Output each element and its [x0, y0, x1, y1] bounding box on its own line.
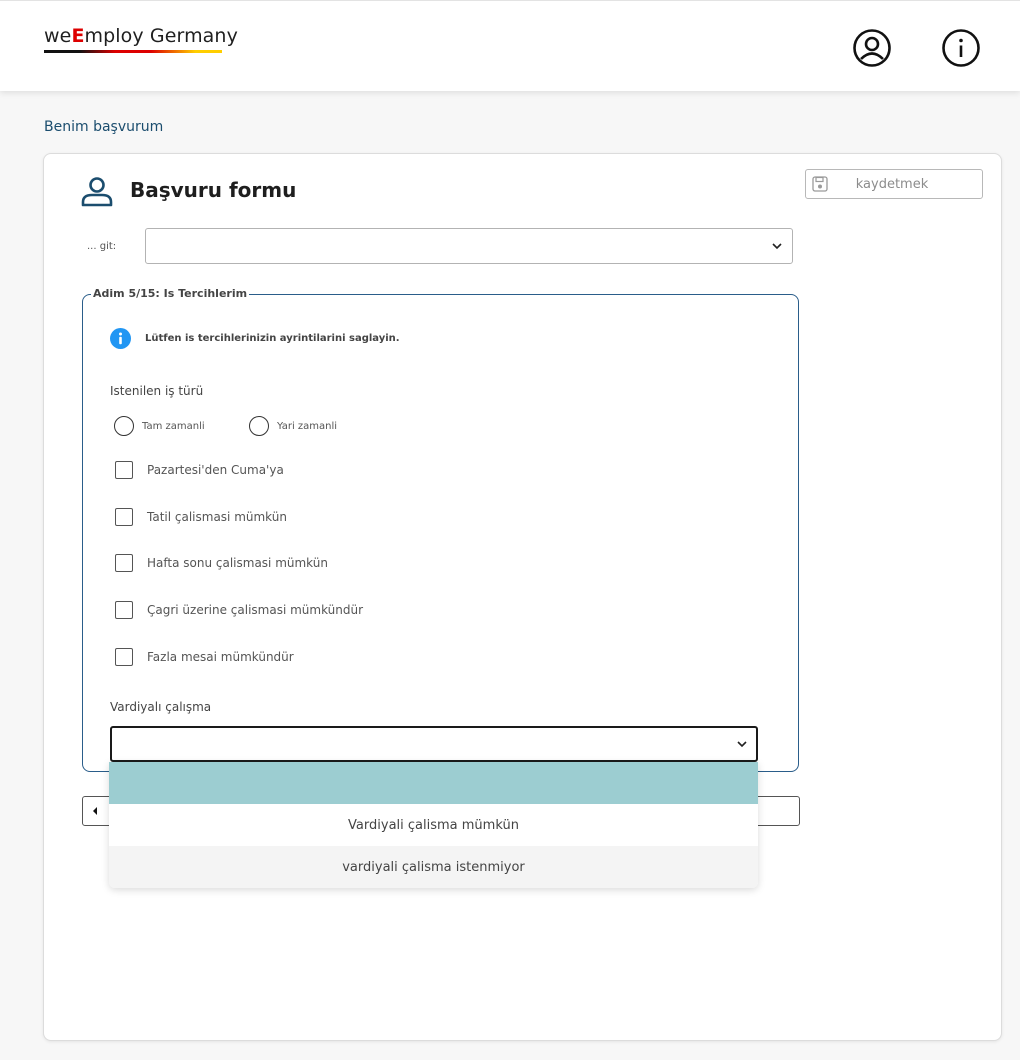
- radio-circle[interactable]: [249, 416, 269, 436]
- chevron-down-icon: [737, 741, 747, 748]
- info-text: Lütfen is tercihlerinizin ayrintilarini …: [145, 333, 400, 344]
- radio-full-time[interactable]: Tam zamanli: [114, 416, 205, 436]
- checkbox-weekend-work[interactable]: Hafta sonu çalismasi mümkün: [115, 554, 328, 572]
- top-header: weEmploy Germany: [0, 0, 1020, 91]
- floppy-disk-icon: [812, 176, 828, 192]
- checkbox-label: Tatil çalismasi mümkün: [147, 510, 287, 524]
- step-legend: Adim 5/15: Is Tercihlerim: [91, 287, 250, 300]
- logo-text: weEmploy Germany: [44, 25, 238, 47]
- checkbox-weekdays[interactable]: Pazartesi'den Cuma'ya: [115, 461, 284, 479]
- save-button[interactable]: kaydetmek: [805, 169, 983, 199]
- radio-part-time[interactable]: Yari zamanli: [249, 416, 337, 436]
- checkbox-box[interactable]: [115, 461, 133, 479]
- weemploy-logo[interactable]: weEmploy Germany: [44, 25, 238, 53]
- user-circle-icon: [853, 29, 891, 67]
- radio-label: Yari zamanli: [277, 420, 338, 432]
- checkbox-label: Hafta sonu çalismasi mümkün: [147, 556, 328, 570]
- radio-label: Tam zamanli: [142, 420, 205, 432]
- goto-label: ... git:: [87, 241, 117, 252]
- job-type-label: Istenilen iş türü: [110, 384, 204, 398]
- shift-work-dropdown-menu: Vardiyali çalisma mümkün vardiyali çalis…: [109, 762, 758, 888]
- checkbox-on-call-work[interactable]: Çagri üzerine çalismasi mümkündür: [115, 601, 363, 619]
- checkbox-holiday-work[interactable]: Tatil çalismasi mümkün: [115, 508, 287, 526]
- person-icon: [81, 177, 113, 207]
- info-message: Lütfen is tercihlerinizin ayrintilarini …: [110, 328, 400, 349]
- application-form-card: Başvuru formu kaydetmek ... git: Adim 5/…: [43, 153, 1002, 1041]
- checkbox-box[interactable]: [115, 554, 133, 572]
- dropdown-option-shift-not-wanted[interactable]: vardiyali çalisma istenmiyor: [109, 846, 758, 888]
- checkbox-box[interactable]: [115, 508, 133, 526]
- radio-circle[interactable]: [114, 416, 134, 436]
- breadcrumb[interactable]: Benim başvurum: [44, 119, 163, 135]
- shift-work-select[interactable]: [110, 726, 758, 762]
- info-button[interactable]: [941, 28, 981, 68]
- info-circle-icon: [942, 29, 980, 67]
- goto-step-select[interactable]: [145, 228, 793, 264]
- info-filled-icon: [110, 328, 131, 349]
- checkbox-overtime[interactable]: Fazla mesai mümkündür: [115, 648, 294, 666]
- checkbox-label: Fazla mesai mümkündür: [147, 650, 294, 664]
- checkbox-label: Pazartesi'den Cuma'ya: [147, 463, 284, 477]
- user-account-button[interactable]: [852, 28, 892, 68]
- logo-flag-underline: [44, 50, 222, 53]
- checkbox-box[interactable]: [115, 648, 133, 666]
- shift-work-label: Vardiyalı çalışma: [110, 700, 212, 714]
- step-fieldset: Adim 5/15: Is Tercihlerim Lütfen is terc…: [82, 287, 799, 772]
- dropdown-option-shift-possible[interactable]: Vardiyali çalisma mümkün: [109, 804, 758, 846]
- chevron-down-icon: [772, 243, 782, 250]
- dropdown-option-empty[interactable]: [109, 762, 758, 804]
- page-title: Başvuru formu: [130, 178, 297, 202]
- save-button-label: kaydetmek: [855, 176, 929, 192]
- caret-left-icon: [93, 807, 97, 815]
- previous-step-button[interactable]: [91, 805, 99, 817]
- checkbox-label: Çagri üzerine çalismasi mümkündür: [147, 603, 364, 617]
- checkbox-box[interactable]: [115, 601, 133, 619]
